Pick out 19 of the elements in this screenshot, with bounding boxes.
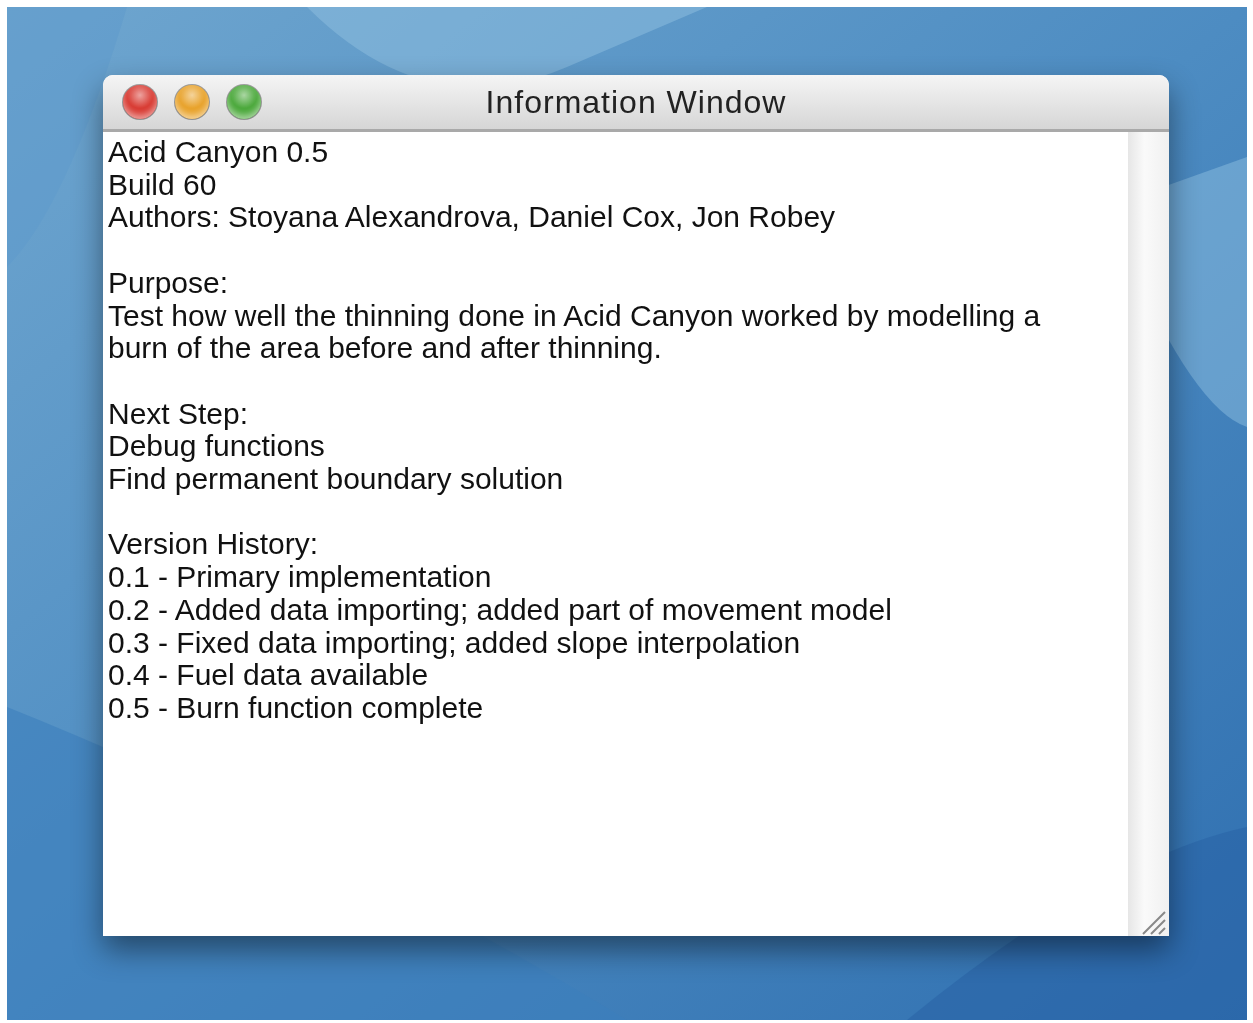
text-line: 0.1 - Primary implementation — [108, 561, 492, 594]
text-line: 0.2 - Added data importing; added part of movement model — [108, 593, 892, 627]
text-line: 0.4 - Fuel data available — [108, 659, 429, 692]
text-line: Debug functions — [108, 430, 325, 463]
text-line: Next Step: — [108, 397, 249, 431]
text-line: Build 60 — [108, 168, 217, 202]
text-line: 0.3 - Fixed data importing; added slope interpolation — [108, 626, 801, 660]
text-line: Authors: Stoyana Alexandrova, Daniel Cox, Jon Robey — [108, 201, 836, 235]
text-line: Purpose: — [108, 266, 229, 300]
text-line: Test how well the thinning done in Acid Canyon worked by modelling a — [108, 299, 1041, 333]
text-line: Find permanent boundary solution — [108, 463, 564, 496]
text-line: burn of the area before and after thinning. — [108, 332, 662, 365]
minimize-button[interactable] — [175, 85, 209, 119]
close-button[interactable] — [123, 85, 157, 119]
zoom-button[interactable] — [227, 85, 261, 119]
text-line: Version History: — [108, 528, 319, 562]
text-line: Acid Canyon 0.5 — [108, 136, 329, 169]
text-line: 0.5 - Burn function complete — [108, 691, 484, 725]
window-title: Information Window — [485, 83, 787, 120]
